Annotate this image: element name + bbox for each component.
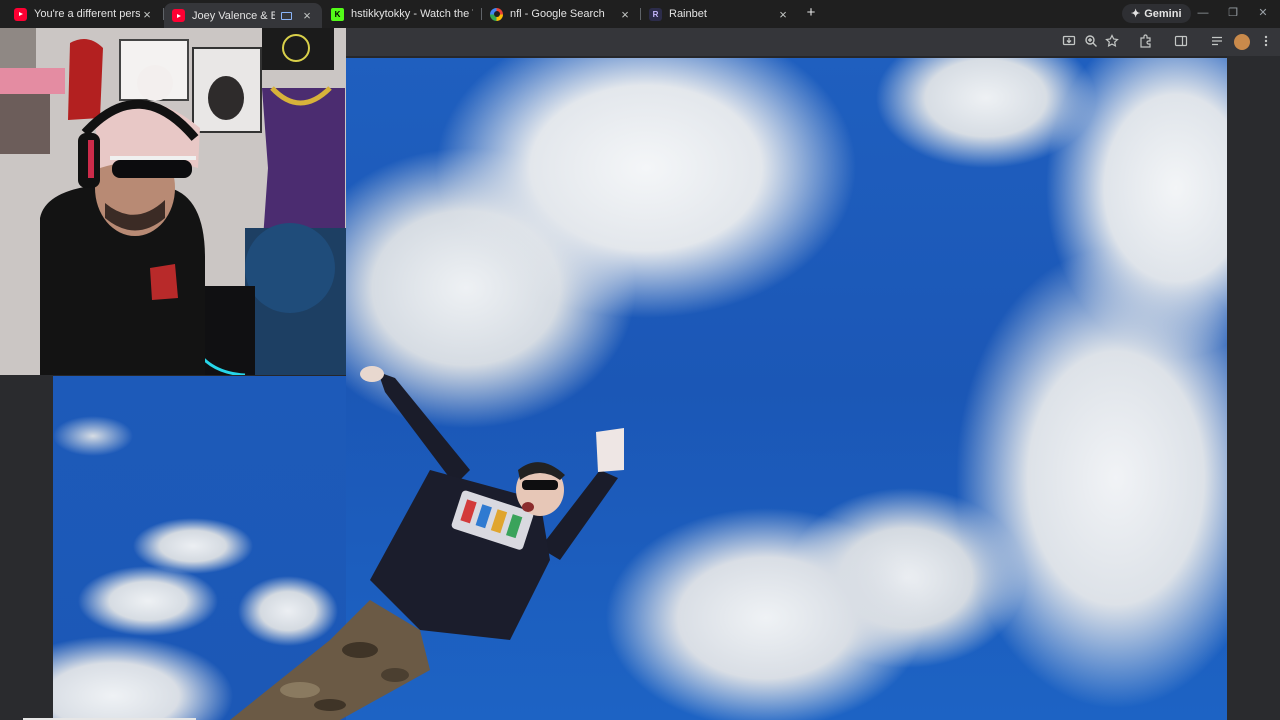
reading-list-icon[interactable]	[1209, 34, 1225, 50]
video-player-lower-left[interactable]	[53, 376, 346, 720]
tab-title: You're a different perso	[34, 8, 140, 20]
webcam-overlay	[0, 28, 346, 375]
google-icon	[490, 7, 503, 21]
extensions-icon[interactable]	[1138, 34, 1154, 50]
minimize-icon[interactable]: —	[1196, 6, 1210, 20]
tab-close-icon[interactable]: ×	[618, 7, 632, 22]
kick-icon: K	[331, 7, 344, 21]
tab-strip: You're a different perso × Joey Valence …	[0, 0, 1280, 28]
picture-in-picture-icon	[281, 11, 292, 20]
webcam-scene	[0, 28, 346, 375]
menu-icon[interactable]	[1258, 34, 1274, 50]
youtube-icon	[172, 9, 185, 22]
side-panel-icon[interactable]	[1173, 34, 1189, 50]
rainbet-icon: R	[649, 7, 662, 21]
window-close-icon[interactable]: ✕	[1256, 6, 1270, 20]
tab-close-icon[interactable]: ×	[776, 7, 790, 22]
profile-avatar[interactable]	[1234, 34, 1250, 50]
bookmark-star-icon[interactable]	[1104, 34, 1120, 50]
tab-youtube-1[interactable]: You're a different perso ×	[6, 3, 162, 25]
tab-title: hstikkytokky - Watch the VOD	[351, 8, 473, 20]
tab-rainbet[interactable]: R Rainbet ×	[641, 3, 798, 25]
video-player[interactable]	[346, 58, 1227, 720]
tab-close-icon[interactable]: ×	[300, 8, 314, 23]
tab-youtube-active[interactable]: Joey Valence & Brae - Doul ×	[164, 3, 322, 28]
restore-icon[interactable]: ❐	[1226, 6, 1240, 20]
youtube-icon	[14, 7, 27, 21]
gemini-label: Gemini	[1144, 7, 1182, 20]
page-gutter-right	[1227, 56, 1280, 720]
tab-close-icon[interactable]: ×	[140, 7, 154, 22]
tab-kick[interactable]: K hstikkytokky - Watch the VOD	[323, 3, 481, 25]
tab-title: nfl - Google Search	[510, 8, 605, 20]
tab-title: Joey Valence & Brae - Doul	[192, 9, 275, 22]
zoom-icon[interactable]	[1083, 34, 1099, 50]
gemini-button[interactable]: ✦ Gemini	[1122, 4, 1191, 23]
tab-google[interactable]: nfl - Google Search ×	[482, 3, 640, 25]
tab-title: Rainbet	[669, 8, 707, 20]
gemini-sparkle-icon: ✦	[1131, 8, 1141, 20]
install-app-icon[interactable]	[1061, 34, 1077, 50]
new-tab-button[interactable]: +	[803, 5, 819, 21]
